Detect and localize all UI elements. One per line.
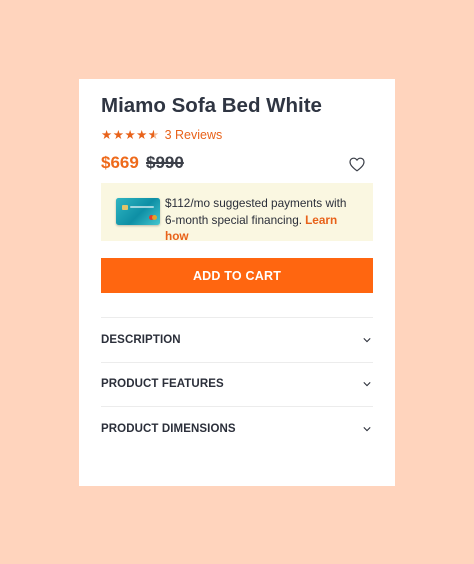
reviews-link[interactable]: 3 Reviews	[165, 128, 223, 142]
star-icon: ★	[136, 128, 148, 142]
accordion-product-features[interactable]: PRODUCT FEATURES	[101, 361, 373, 407]
star-rating: ★ ★ ★ ★ ★ ★	[101, 128, 160, 142]
product-accordion: DESCRIPTION PRODUCT FEATURES PRODUCT DIM…	[101, 317, 373, 451]
chevron-down-icon	[363, 382, 371, 387]
product-title: Miamo Sofa Bed White	[101, 94, 322, 117]
accordion-label: PRODUCT FEATURES	[101, 378, 224, 391]
chevron-down-icon	[363, 426, 371, 432]
price-row: $669 $990	[101, 153, 373, 175]
heart-outline-icon[interactable]	[349, 157, 365, 172]
product-card: Miamo Sofa Bed White ★ ★ ★ ★ ★ ★ 3 Review…	[79, 79, 395, 486]
original-price: $990	[146, 153, 184, 172]
financing-banner: $112/mo suggested payments with 6-month …	[101, 183, 373, 243]
credit-card-icon	[116, 198, 160, 225]
accordion-product-dimensions[interactable]: PRODUCT DIMENSIONS	[101, 406, 373, 451]
star-icon: ★	[101, 128, 113, 142]
chevron-down-icon	[363, 337, 371, 343]
current-price: $669	[101, 153, 139, 172]
accordion-label: PRODUCT DIMENSIONS	[101, 422, 236, 435]
half-star-icon: ★ ★	[147, 128, 160, 142]
star-icon: ★	[112, 128, 124, 142]
accordion-description[interactable]: DESCRIPTION	[101, 317, 373, 362]
financing-text-block: $112/mo suggested payments with 6-month …	[165, 195, 350, 245]
accordion-label: DESCRIPTION	[101, 333, 181, 346]
rating-row: ★ ★ ★ ★ ★ ★ 3 Reviews	[101, 128, 222, 142]
star-icon: ★	[124, 128, 136, 142]
add-to-cart-button[interactable]: ADD TO CART	[101, 258, 373, 293]
